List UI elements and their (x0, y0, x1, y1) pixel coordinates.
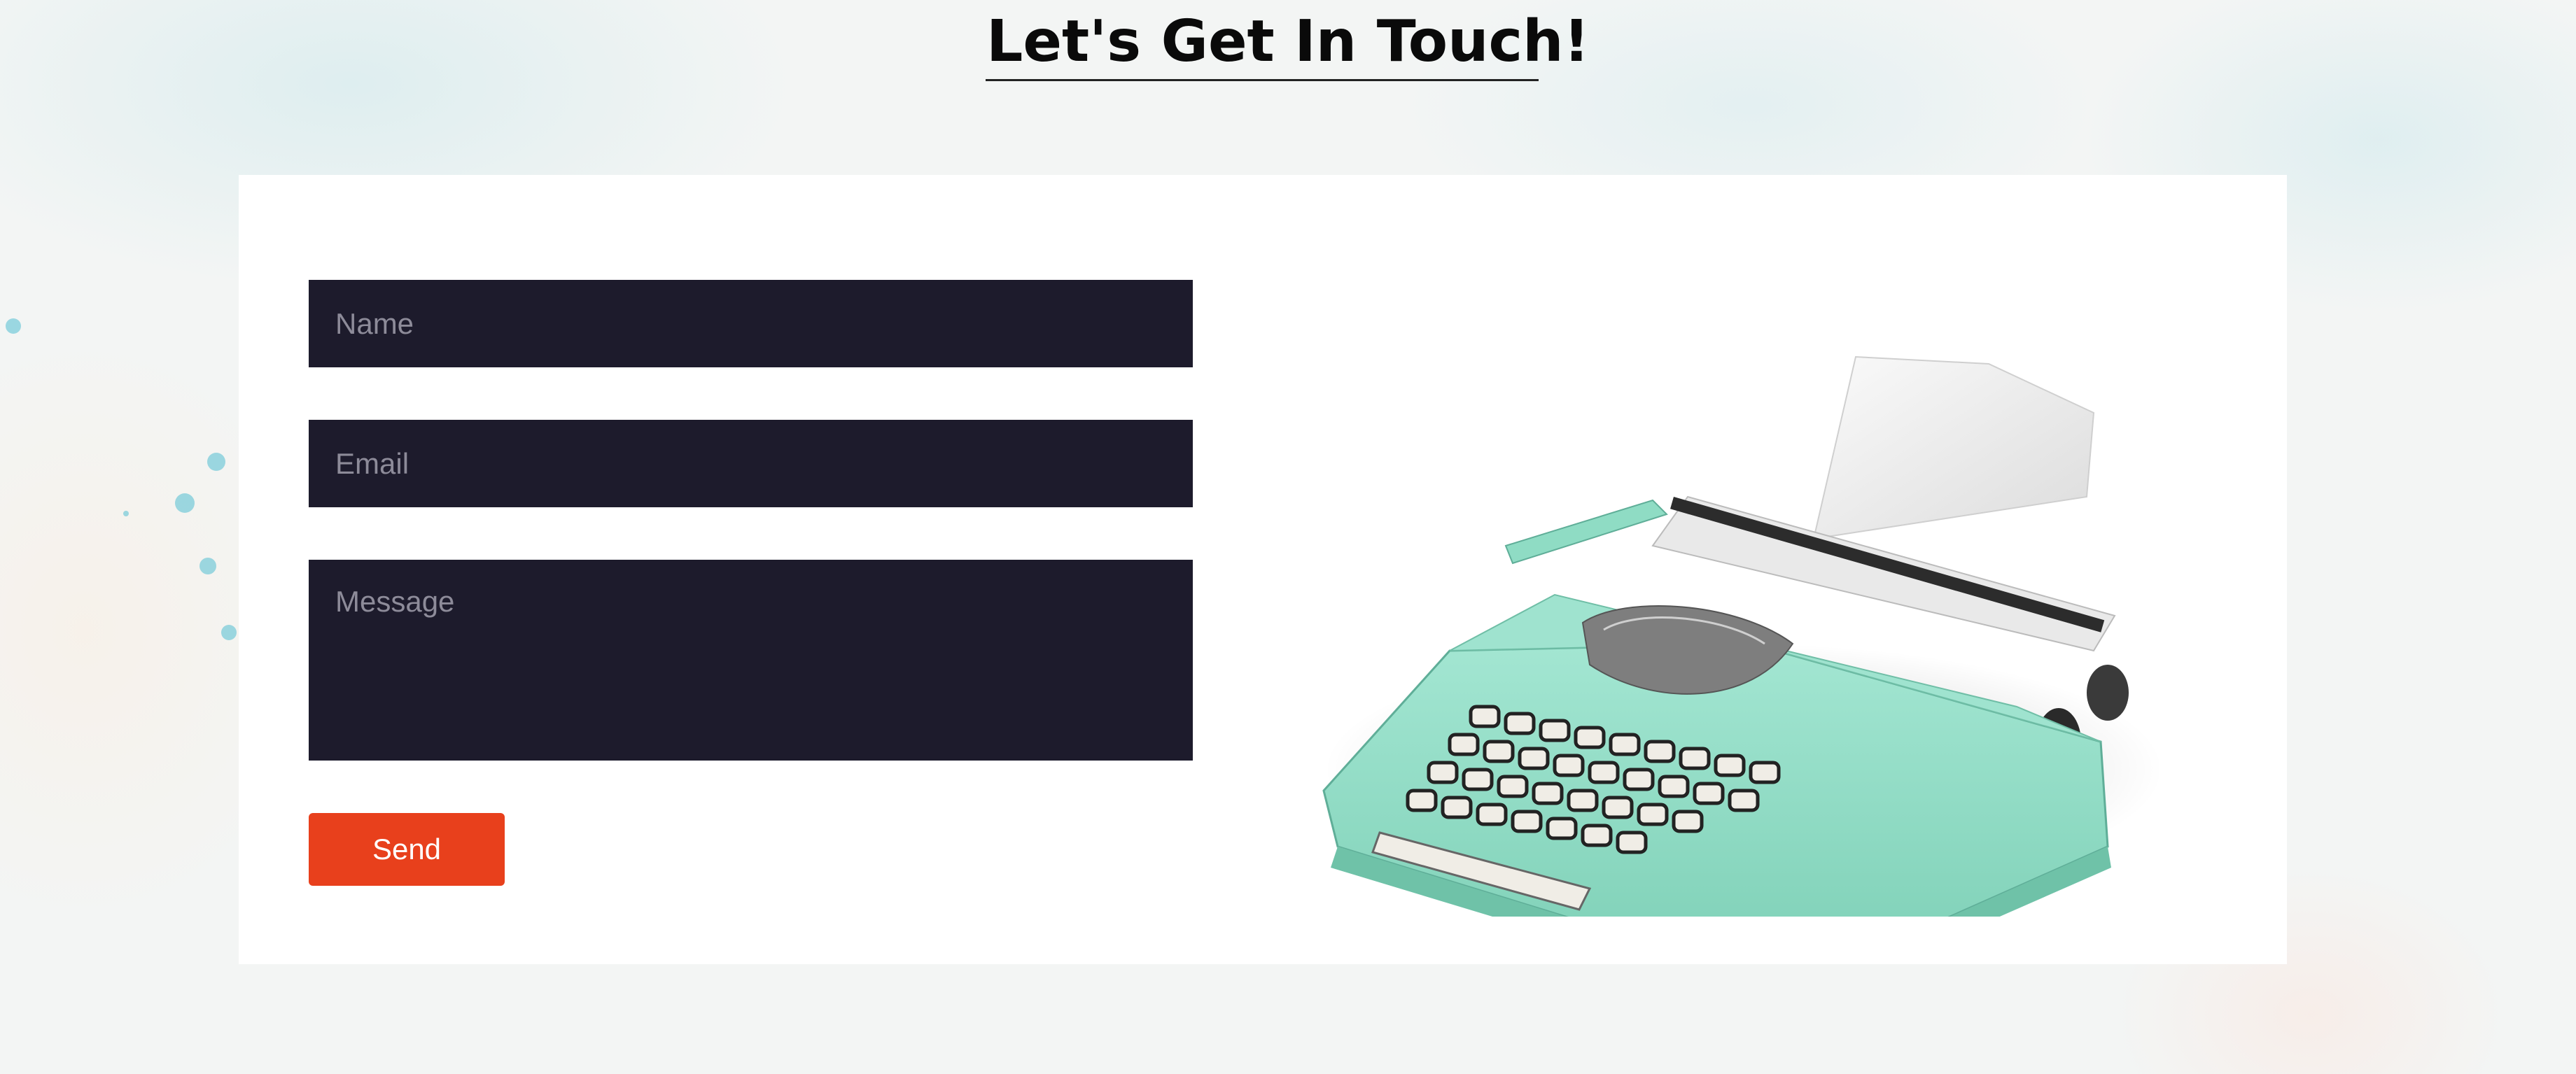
page-title: Let's Get In Touch! (986, 8, 1590, 75)
email-input[interactable] (309, 420, 1193, 507)
decorative-drop (175, 493, 195, 513)
title-underline (986, 79, 1539, 81)
name-input[interactable] (309, 280, 1193, 367)
decorative-drop (6, 318, 21, 334)
decorative-drop (207, 453, 225, 471)
message-textarea[interactable] (309, 560, 1193, 761)
typewriter-image (1322, 355, 2164, 917)
decorative-drop (221, 625, 237, 640)
decorative-drop (200, 558, 216, 574)
contact-card: Send (239, 175, 2287, 964)
send-button[interactable]: Send (309, 813, 505, 886)
decorative-drop (123, 511, 129, 516)
